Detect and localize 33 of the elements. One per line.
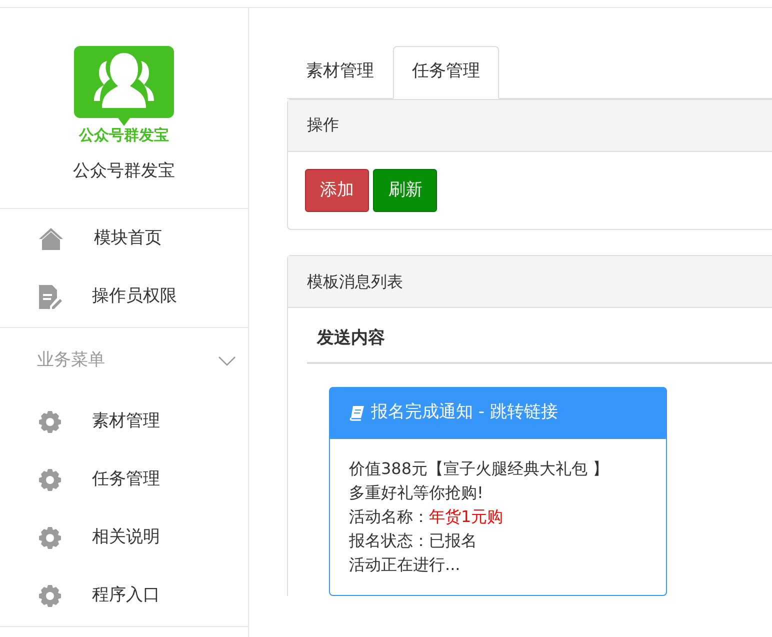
menu-item[interactable]: 模块首页 xyxy=(0,210,248,268)
menu-item[interactable]: 程序入口 xyxy=(0,567,248,625)
menu-item[interactable]: 任务管理 xyxy=(0,451,248,509)
section-title: 业务菜单 xyxy=(37,349,105,372)
logo-text: 公众号群发宝 xyxy=(79,128,169,143)
gear-icon xyxy=(38,410,62,434)
gear-icon xyxy=(38,584,62,608)
panel-header: 操作 xyxy=(288,100,772,152)
app-name: 公众号群发宝 xyxy=(73,160,175,183)
refresh-button[interactable]: 刷新 xyxy=(373,168,438,212)
menu-item[interactable]: 素材管理 xyxy=(0,393,248,451)
document-icon xyxy=(38,284,62,310)
gear-icon xyxy=(38,526,62,550)
column-header: 发送内容 xyxy=(307,308,772,364)
message-line: 价值388元【宣子火腿经典大礼包 】 xyxy=(349,458,610,480)
message-title: 报名完成通知 - 跳转链接 xyxy=(371,401,558,424)
menu-item[interactable]: 相关说明 xyxy=(0,509,248,567)
field-value: 年货1元购 xyxy=(429,506,504,526)
tab[interactable]: 素材管理 xyxy=(287,46,393,98)
field-label: 活动名称： xyxy=(349,506,429,526)
field-value: 已报名 xyxy=(429,530,477,550)
gear-icon xyxy=(38,468,62,492)
tab[interactable]: 任务管理 xyxy=(393,46,499,98)
message-line: 多重好礼等你抢购! xyxy=(349,482,484,504)
field-label: 报名状态： xyxy=(349,530,429,550)
message-line: 活动正在进行... xyxy=(349,554,462,576)
add-button[interactable]: 添加 xyxy=(305,168,369,212)
logo-icon xyxy=(74,46,174,126)
panel-header: 模板消息列表 xyxy=(288,256,772,308)
book-icon xyxy=(349,405,365,421)
chevron-down-icon[interactable] xyxy=(218,356,236,366)
menu-item[interactable]: 操作员权限 xyxy=(0,268,248,326)
home-icon xyxy=(38,227,64,251)
